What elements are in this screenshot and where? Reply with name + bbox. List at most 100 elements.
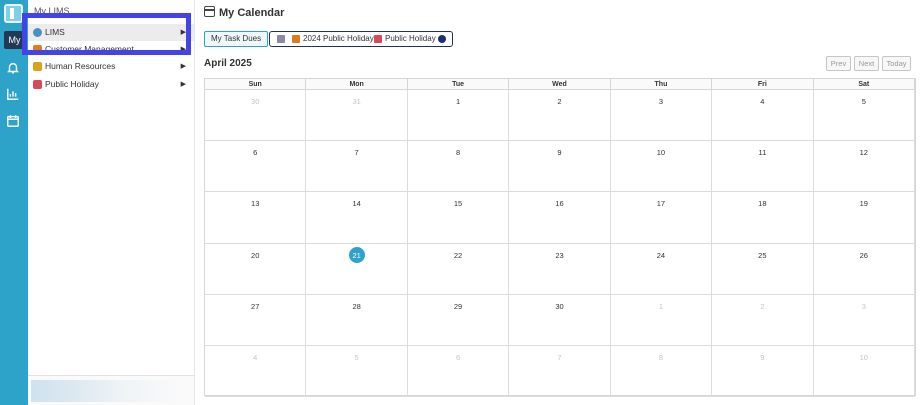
day-number: 19 <box>859 199 868 209</box>
calendar-day[interactable]: 27 <box>205 294 307 346</box>
calendar-day[interactable]: 2 <box>509 90 611 142</box>
day-number: 1 <box>455 97 461 106</box>
filter-2024-public-holiday[interactable]: 2024 Public Holiday <box>303 32 374 46</box>
calendar-day[interactable]: 7 <box>306 141 408 193</box>
chevron-right-icon: ▶ <box>180 63 186 70</box>
weekday-header-thu: Thu <box>610 79 713 90</box>
my-task-dues-button[interactable]: My Task Dues <box>204 31 269 47</box>
calendar-day[interactable]: 17 <box>610 192 713 244</box>
day-number: 9 <box>557 148 562 158</box>
calendar-day[interactable]: 8 <box>610 346 713 398</box>
calendar-day[interactable]: 4 <box>712 90 814 142</box>
calendar-day[interactable]: 10 <box>610 141 713 193</box>
calendar-day[interactable]: 20 <box>205 243 307 295</box>
calendar-icon <box>374 35 382 43</box>
day-number: 8 <box>658 353 664 362</box>
chevron-right-icon: ▶ <box>180 81 186 88</box>
chevron-right-icon: ▶ <box>180 29 186 36</box>
day-number: 15 <box>453 199 463 209</box>
calendar-day[interactable]: 26 <box>813 243 915 295</box>
calendar-day[interactable]: 22 <box>407 243 510 295</box>
calendar-day[interactable]: 28 <box>306 294 408 346</box>
day-number: 12 <box>859 148 868 158</box>
prev-button[interactable]: Prev <box>826 56 851 71</box>
calendar-day[interactable]: 13 <box>205 192 307 244</box>
calendar-day[interactable]: 24 <box>610 243 713 295</box>
sidebar-item-lims[interactable]: LIMS ▶ <box>28 24 194 41</box>
today-button[interactable]: Today <box>882 56 911 71</box>
day-number: 25 <box>758 250 767 260</box>
filter-public-holiday[interactable]: Public Holiday <box>385 32 436 46</box>
weekday-header-mon: Mon <box>306 79 408 90</box>
day-number: 24 <box>656 250 666 260</box>
briefcase-icon <box>33 62 42 71</box>
day-number: 2 <box>760 301 765 311</box>
calendar-day[interactable]: 16 <box>509 192 611 244</box>
sidebar-item-customer-management[interactable]: Customer Management ▶ <box>28 41 194 58</box>
day-number: 27 <box>251 301 260 311</box>
sidebar-item-public-holiday[interactable]: Public Holiday ▶ <box>28 76 194 93</box>
sidebar-item-human-resources[interactable]: Human Resources ▶ <box>28 58 194 75</box>
holiday-filter-group[interactable]: 2024 Public Holiday Public Holiday <box>269 31 453 47</box>
calendar-day[interactable]: 25 <box>712 243 814 295</box>
calendar-day[interactable]: 3 <box>813 294 915 346</box>
day-number: 17 <box>656 199 666 209</box>
color-dot-icon[interactable] <box>438 35 446 43</box>
sidebar-header: My LIMS <box>34 6 70 16</box>
sidebar-footer <box>28 375 194 405</box>
day-number: 4 <box>760 97 765 106</box>
calendar-day[interactable]: 19 <box>813 192 915 244</box>
calendar-day[interactable]: 6 <box>407 346 510 398</box>
next-button[interactable]: Next <box>854 56 879 71</box>
calendar-day[interactable]: 1 <box>610 294 713 346</box>
calendar-day[interactable]: 5 <box>813 90 915 142</box>
day-number: 16 <box>555 199 564 209</box>
chevron-right-icon: ▶ <box>180 46 186 53</box>
calendar-day[interactable]: 9 <box>509 141 611 193</box>
calendar-day[interactable]: 2 <box>712 294 814 346</box>
app-logo-icon[interactable] <box>4 4 23 23</box>
day-number: 10 <box>859 353 868 362</box>
calendar-day[interactable]: 31 <box>306 90 408 142</box>
calendar-main: My Calendar My Task Dues 2024 Public Hol… <box>204 0 916 405</box>
calendar-day[interactable]: 14 <box>306 192 408 244</box>
calendar-day[interactable]: 29 <box>407 294 510 346</box>
calendar-icon[interactable] <box>6 114 22 130</box>
calendar-day[interactable]: 9 <box>712 346 814 398</box>
day-number: 21 <box>352 250 361 260</box>
calendar-day[interactable]: 3 <box>610 90 713 142</box>
calendar-day[interactable]: 18 <box>712 192 814 244</box>
calendar-day[interactable]: 30 <box>205 90 307 142</box>
calendar-day[interactable]: 12 <box>813 141 915 193</box>
day-number: 14 <box>352 199 361 209</box>
my-menu-button[interactable]: My <box>4 31 25 49</box>
sidebar-item-label: Human Resources <box>45 61 116 71</box>
calendar-day[interactable]: 8 <box>407 141 510 193</box>
calendar-day[interactable]: 7 <box>509 346 611 398</box>
calendar-day[interactable]: 5 <box>306 346 408 398</box>
beach-umbrella-icon <box>292 35 300 43</box>
chart-icon[interactable] <box>6 87 22 103</box>
calendar-day[interactable]: 11 <box>712 141 814 193</box>
day-number: 30 <box>555 301 564 311</box>
day-number: 3 <box>861 301 866 311</box>
calendar-day-today[interactable]: 21 <box>306 243 408 295</box>
day-number: 28 <box>352 301 361 311</box>
day-number: 7 <box>354 148 359 158</box>
day-number: 5 <box>861 97 866 106</box>
day-number: 30 <box>251 97 260 106</box>
weekday-header-sun: Sun <box>205 79 307 90</box>
calendar-day[interactable]: 30 <box>509 294 611 346</box>
calendar-day[interactable]: 10 <box>813 346 915 398</box>
bell-icon[interactable] <box>6 61 22 77</box>
day-number: 31 <box>352 97 361 106</box>
day-number: 29 <box>453 301 463 311</box>
calendar-day[interactable]: 4 <box>205 346 307 398</box>
calendar-day[interactable]: 6 <box>205 141 307 193</box>
user-profile-blurred[interactable] <box>31 380 181 402</box>
month-title: April 2025 <box>204 58 252 69</box>
calendar-grid: Sun Mon Tue Wed Thu Fri Sat 30 31 1 2 3 4 5 6 7 8 9 10 11 12… <box>204 78 916 398</box>
calendar-day[interactable]: 23 <box>509 243 611 295</box>
calendar-day[interactable]: 15 <box>407 192 510 244</box>
calendar-day[interactable]: 1 <box>407 90 510 142</box>
